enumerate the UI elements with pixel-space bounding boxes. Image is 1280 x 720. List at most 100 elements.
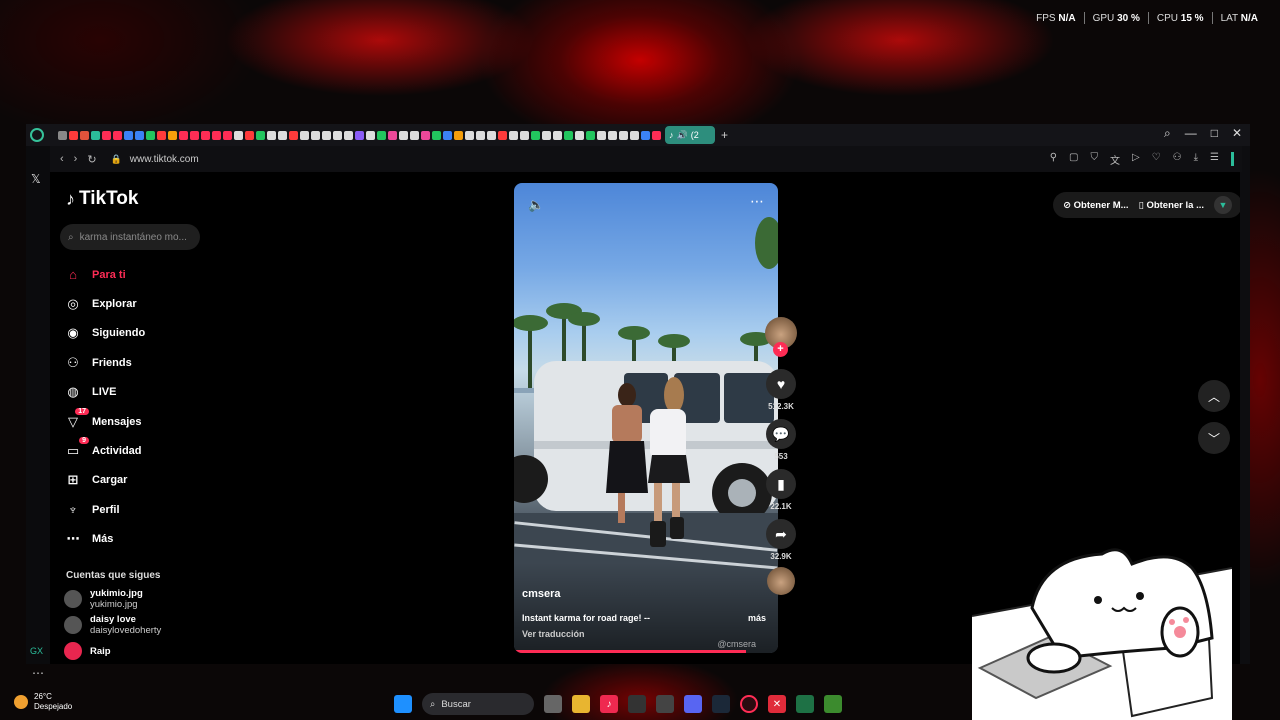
snapshot-icon[interactable]: ▢	[1069, 152, 1078, 167]
comment-button[interactable]: 💬	[766, 419, 796, 449]
lock-icon[interactable]: 🔒	[111, 154, 122, 165]
tab-favicon-icon[interactable]	[80, 130, 89, 140]
xmind-icon[interactable]: ✕	[768, 695, 786, 713]
more-dots-icon[interactable]: ⋯	[32, 666, 44, 680]
weather-widget[interactable]: 26°C Despejado	[14, 692, 72, 712]
tab-favicon-icon[interactable]	[245, 130, 254, 140]
tiktok-logo[interactable]: ♪ TikTok	[66, 188, 138, 210]
video-username[interactable]: cmsera	[522, 588, 561, 600]
share-button[interactable]: ➦	[766, 519, 796, 549]
tab-favicon-icon[interactable]	[157, 130, 166, 140]
tab-favicon-icon[interactable]	[366, 130, 375, 140]
tab-favicon-icon[interactable]	[399, 130, 408, 140]
opera-logo-icon[interactable]	[30, 128, 44, 142]
creator-avatar[interactable]: +	[765, 317, 797, 357]
tab-favicon-icon[interactable]	[135, 130, 144, 140]
tab-favicon-icon[interactable]	[465, 130, 474, 140]
tab-favicon-icon[interactable]	[432, 130, 441, 140]
tab-favicon-icon[interactable]	[586, 130, 595, 140]
next-video-button[interactable]: ﹀	[1198, 422, 1230, 454]
minecraft-icon[interactable]	[824, 695, 842, 713]
tab-favicon-icon[interactable]	[487, 130, 496, 140]
like-button[interactable]: ♥	[766, 369, 796, 399]
tab-favicon-icon[interactable]	[542, 130, 551, 140]
tab-favicon-icon[interactable]	[355, 130, 364, 140]
tab-favicon-icon[interactable]	[476, 130, 485, 140]
tab-favicon-icon[interactable]	[564, 130, 573, 140]
tab-favicon-icon[interactable]	[619, 130, 628, 140]
tab-favicon-icon[interactable]	[454, 130, 463, 140]
nav-item-friends[interactable]: ⚇ Friends	[64, 348, 145, 377]
tab-favicon-icon[interactable]	[333, 130, 342, 140]
tab-favicon-icon[interactable]	[575, 130, 584, 140]
video-more-icon[interactable]: ⋯	[750, 193, 764, 210]
pin-icon[interactable]: ⚲	[1050, 152, 1057, 167]
forward-button[interactable]: ›	[74, 153, 78, 166]
search-input[interactable]: ⌕ karma instantáneo mo...	[60, 224, 200, 250]
heart-icon[interactable]: ♡	[1152, 152, 1161, 167]
chatgpt-icon[interactable]	[656, 695, 674, 713]
search-tabs-icon[interactable]: ⌕	[1164, 126, 1171, 141]
url-field[interactable]: www.tiktok.com	[130, 154, 199, 165]
x-twitter-icon[interactable]: 𝕏	[31, 172, 41, 186]
task-view-icon[interactable]	[544, 695, 562, 713]
tab-favicon-icon[interactable]	[113, 130, 122, 140]
close-button[interactable]: ✕	[1232, 126, 1242, 141]
tab-favicon-icon[interactable]	[322, 130, 331, 140]
windows-start-icon[interactable]	[394, 695, 412, 713]
tab-favicon-icon[interactable]	[344, 130, 353, 140]
tab-favicon-icon[interactable]	[652, 130, 661, 140]
nav-item-actividad[interactable]: ▭ 9 Actividad	[64, 436, 145, 465]
excel-icon[interactable]	[796, 695, 814, 713]
discord-icon[interactable]	[684, 695, 702, 713]
nav-item-perfil[interactable]: ♆ Perfil	[64, 495, 145, 524]
tab-favicon-icon[interactable]	[91, 130, 100, 140]
tab-favicon-icon[interactable]	[58, 130, 67, 140]
nav-item-siguiendo[interactable]: ◉ Siguiendo	[64, 319, 145, 348]
tab-favicon-icon[interactable]	[201, 130, 210, 140]
following-item[interactable]: yukimio.jpg yukimio.jpg	[64, 586, 161, 612]
nav-item-live[interactable]: ◍ LIVE	[64, 378, 145, 407]
tab-favicon-icon[interactable]	[300, 130, 309, 140]
tab-favicon-icon[interactable]	[520, 130, 529, 140]
tab-favicon-icon[interactable]	[124, 130, 133, 140]
steam-icon[interactable]	[712, 695, 730, 713]
maximize-button[interactable]: □	[1211, 126, 1218, 141]
download-icon[interactable]: ⤓	[1194, 152, 1198, 167]
shield-icon[interactable]: ⛉	[1090, 152, 1098, 167]
tab-favicon-icon[interactable]	[256, 130, 265, 140]
translate-icon[interactable]: 文	[1110, 152, 1120, 167]
tab-favicon-icon[interactable]	[212, 130, 221, 140]
play-icon[interactable]: ▷	[1132, 152, 1140, 167]
video-progress-bar[interactable]	[514, 650, 747, 653]
tiktok-app-icon[interactable]: ♪	[600, 695, 618, 713]
following-item[interactable]: daisy love daisylovedoherty	[64, 612, 161, 638]
nav-item-cargar[interactable]: ⊞ Cargar	[64, 466, 145, 495]
nav-item-explorar[interactable]: ◎ Explorar	[64, 289, 145, 318]
tab-favicon-icon[interactable]	[234, 130, 243, 140]
tab-favicon-icon[interactable]	[443, 130, 452, 140]
file-explorer-icon[interactable]	[572, 695, 590, 713]
previous-video-button[interactable]: ︿	[1198, 380, 1230, 412]
sound-avatar[interactable]	[767, 567, 795, 595]
taskbar-search[interactable]: ⌕ Buscar	[422, 693, 534, 715]
tab-favicon-icon[interactable]	[289, 130, 298, 140]
back-button[interactable]: ‹	[60, 153, 64, 166]
tab-favicon-icon[interactable]	[168, 130, 177, 140]
tab-favicon-icon[interactable]	[377, 130, 386, 140]
following-item[interactable]: Raip	[64, 638, 161, 664]
nav-item-para-ti[interactable]: ⌂ Para ti	[64, 260, 145, 289]
minimize-button[interactable]: —	[1185, 126, 1197, 141]
tab-favicon-icon[interactable]	[553, 130, 562, 140]
translate-link[interactable]: Ver traducción	[522, 629, 585, 639]
get-app-button[interactable]: ▯ Obtener la ...	[1139, 200, 1204, 211]
tab-favicon-icon[interactable]	[146, 130, 155, 140]
tab-favicon-icon[interactable]	[190, 130, 199, 140]
tab-favicon-icon[interactable]	[179, 130, 188, 140]
tab-favicon-icon[interactable]	[267, 130, 276, 140]
epic-games-icon[interactable]	[628, 695, 646, 713]
tab-tiktok-active[interactable]: ♪ 🔊 (2	[665, 126, 715, 144]
tab-favicon-icon[interactable]	[498, 130, 507, 140]
reload-button[interactable]: ↻	[87, 153, 96, 166]
gx-icon[interactable]: GX	[30, 646, 43, 656]
